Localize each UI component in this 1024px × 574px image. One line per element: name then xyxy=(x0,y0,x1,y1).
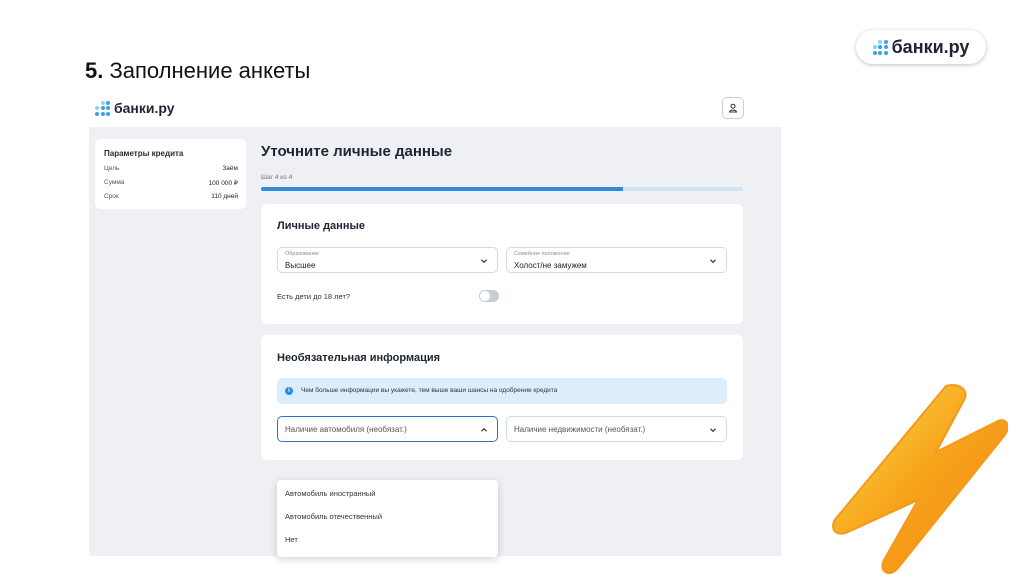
toggle-knob xyxy=(480,291,490,301)
marital-label: Семейное положение xyxy=(514,251,570,257)
app-content: Параметры кредита Цель Заём Сумма 100 00… xyxy=(89,127,781,557)
dropdown-option[interactable]: Нет xyxy=(285,535,298,544)
personal-data-title: Личные данные xyxy=(277,220,365,232)
children-toggle[interactable] xyxy=(479,290,499,302)
marital-value: Холост/не замужем xyxy=(514,261,587,270)
car-placeholder: Наличие автомобиля (необязат.) xyxy=(285,425,407,434)
param-row: Цель Заём xyxy=(104,165,238,172)
slide-title: 5. Заполнение анкеты xyxy=(85,58,310,84)
info-icon: i xyxy=(285,387,293,395)
chevron-up-icon xyxy=(481,427,487,432)
slide-title-text: Заполнение анкеты xyxy=(109,58,311,83)
app-screenshot: банки.ру Параметры кредита Цель Заём Сум… xyxy=(89,93,781,557)
car-select[interactable]: Наличие автомобиля (необязат.) xyxy=(277,416,498,442)
optional-info-title: Необязательная информация xyxy=(277,352,441,364)
marital-select[interactable]: Семейное положение Холост/не замужем xyxy=(506,247,727,273)
dropdown-option[interactable]: Автомобиль иностранный xyxy=(285,489,375,498)
realty-select[interactable]: Наличие недвижимости (необязат.) xyxy=(506,416,727,442)
car-dropdown: Автомобиль иностранный Автомобиль отечес… xyxy=(277,480,498,557)
param-label: Срок xyxy=(104,193,119,200)
optional-info-card: Необязательная информация i Чем больше и… xyxy=(261,335,743,460)
credit-params-card: Параметры кредита Цель Заём Сумма 100 00… xyxy=(95,139,246,209)
brand-badge: банки.ру xyxy=(856,30,986,64)
progress-bar xyxy=(261,187,743,191)
education-select[interactable]: Образование Высшее xyxy=(277,247,498,273)
dropdown-option[interactable]: Автомобиль отечественный xyxy=(285,512,382,521)
param-row: Сумма 100 000 ₽ xyxy=(104,179,238,187)
user-button[interactable] xyxy=(722,97,744,119)
step-indicator: Шаг 4 из 4 xyxy=(261,174,293,181)
realty-placeholder: Наличие недвижимости (необязат.) xyxy=(514,425,646,434)
param-value: 110 дней xyxy=(211,193,238,200)
app-logo[interactable]: банки.ру xyxy=(95,100,175,116)
brand-logo: банки.ру xyxy=(872,36,970,58)
chevron-down-icon xyxy=(710,259,716,264)
education-label: Образование xyxy=(285,251,320,257)
chevron-down-icon xyxy=(481,259,487,264)
param-value: 100 000 ₽ xyxy=(208,180,238,187)
lightning-bolt-icon xyxy=(832,384,1008,574)
children-label: Есть дети до 18 лет? xyxy=(277,292,351,301)
chevron-down-icon xyxy=(710,428,716,433)
param-row: Срок 110 дней xyxy=(104,193,238,200)
param-value: Заём xyxy=(222,165,238,172)
credit-params-title: Параметры кредита xyxy=(104,149,184,158)
logo-dots-icon xyxy=(95,100,110,116)
info-text: Чем больше информации вы укажете, тем вы… xyxy=(301,387,558,394)
logo-dots-icon xyxy=(872,39,888,55)
param-label: Цель xyxy=(104,165,120,172)
slide-number: 5. xyxy=(85,58,104,83)
app-header: банки.ру xyxy=(89,93,781,127)
app-logo-text: банки.ру xyxy=(114,100,175,116)
progress-fill xyxy=(261,187,623,191)
form-title: Уточните личные данные xyxy=(261,143,453,160)
user-icon xyxy=(728,103,738,113)
info-banner: i Чем больше информации вы укажете, тем … xyxy=(277,378,727,404)
education-value: Высшее xyxy=(285,261,316,270)
personal-data-card: Личные данные Образование Высшее Семейно… xyxy=(261,204,743,324)
param-label: Сумма xyxy=(104,179,125,186)
brand-logo-text: банки.ру xyxy=(891,36,970,57)
